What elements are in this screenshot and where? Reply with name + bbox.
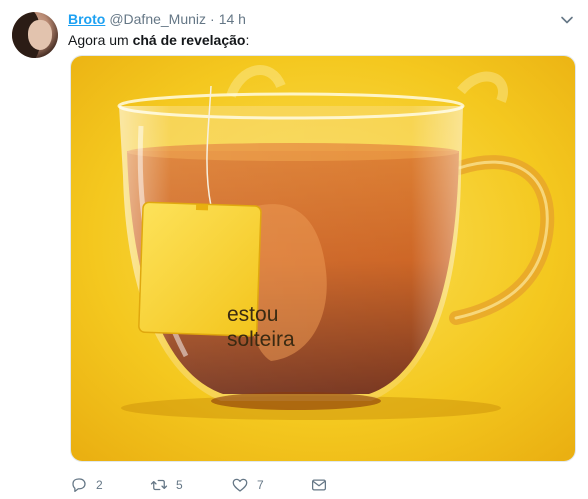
tea-cup-image [71,56,575,461]
tweet-text: Agora um chá de revelação: [68,31,249,49]
tweet-text-suffix: : [245,32,250,48]
like-button[interactable]: 7 [231,476,264,494]
reply-button[interactable]: 2 [70,476,103,494]
avatar-face [28,20,52,50]
timestamp[interactable]: 14 h [219,11,246,27]
avatar[interactable] [12,12,58,58]
separator-dot: · [210,11,215,27]
like-count: 7 [257,478,264,492]
user-handle[interactable]: @Dafne_Muniz [109,11,206,27]
tea-tag-line-2: solteira [227,328,295,351]
direct-message-button[interactable] [310,476,328,494]
display-name[interactable]: Broto [68,11,105,27]
retweet-count: 5 [176,478,183,492]
tea-tag-text: estou solteira [227,302,295,352]
envelope-icon [311,479,327,491]
tea-tag-line-1: estou [227,303,279,326]
tweet[interactable]: Broto @Dafne_Muniz · 14 h Agora um chá d… [0,0,588,499]
tweet-text-prefix: Agora um [68,32,133,48]
reply-icon [72,478,86,493]
tweet-media-image[interactable]: estou solteira [70,55,576,462]
tweet-text-bold: chá de revelação [132,32,246,48]
heart-icon [232,478,248,492]
chevron-down-icon[interactable] [560,13,574,27]
retweet-button[interactable]: 5 [150,476,183,494]
tweet-header: Broto @Dafne_Muniz · 14 h [68,11,246,29]
reply-count: 2 [96,478,103,492]
retweet-icon [150,479,168,491]
